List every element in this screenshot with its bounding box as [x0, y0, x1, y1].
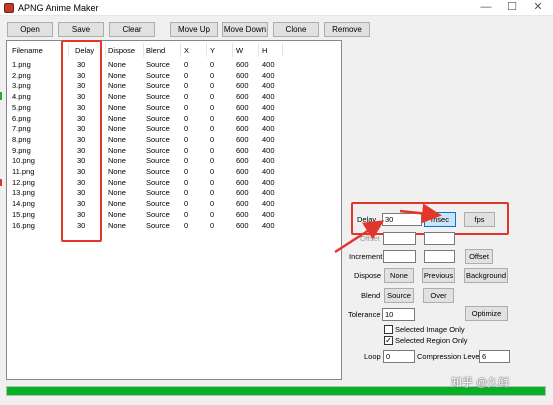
annotation-arrows — [334, 203, 442, 254]
arrow-to-msec — [399, 203, 442, 224]
arrow-to-delay — [334, 220, 385, 254]
watermark: 知乎 @久鲜 — [451, 377, 510, 389]
